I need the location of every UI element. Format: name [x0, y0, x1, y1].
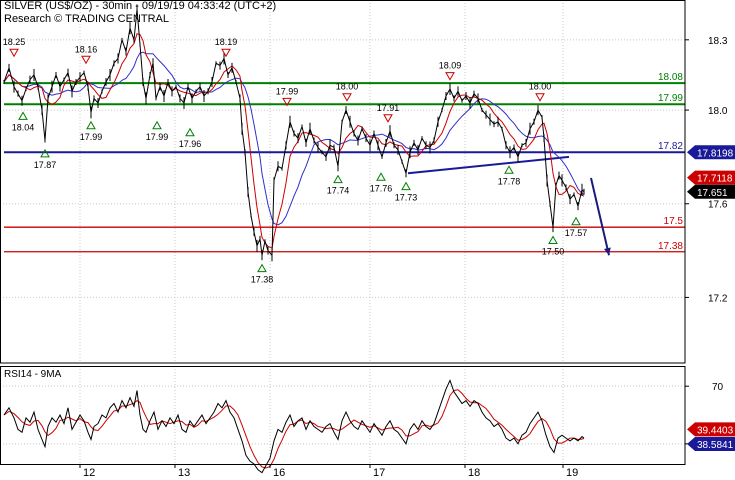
price-axis: 17.2 17.6 18.0 18.3 [685, 36, 728, 304]
pivot-label: 17.87 [34, 160, 57, 170]
pivot-label: 17.57 [565, 228, 588, 238]
value-tag-label: 17.651 [697, 188, 728, 199]
resistance-marker [81, 55, 91, 65]
rsi-title: RSI14 - 9MA [4, 369, 62, 380]
support-marker [376, 172, 386, 181]
x-tick-label: 13 [178, 467, 190, 479]
resistance-marker [445, 72, 455, 81]
support-marker [257, 263, 267, 273]
resistance-marker [535, 93, 545, 102]
pivot-label: 18.00 [336, 82, 359, 92]
support-marker [152, 120, 162, 130]
value-tag-label: 17.7118 [697, 174, 733, 185]
pivot-label: 17.96 [179, 139, 202, 149]
projection-arrow [590, 177, 610, 256]
x-tick-label: 16 [273, 467, 285, 479]
pivot-label: 17.38 [251, 275, 274, 285]
y-tick-label: 18.0 [708, 106, 728, 117]
level-label: 17.82 [658, 141, 683, 152]
pivot-label: 17.78 [498, 176, 521, 186]
support-marker [40, 148, 50, 158]
level-label: 17.5 [664, 216, 684, 227]
level-label: 17.38 [658, 241, 683, 252]
rsi-tick-label: 70 [712, 382, 724, 393]
pivot-label: 17.50 [542, 247, 565, 257]
y-tick-label: 17.2 [708, 293, 728, 304]
support-marker [86, 120, 96, 130]
x-tick-label: 19 [566, 467, 578, 479]
pivot-label: 18.09 [439, 61, 462, 71]
chart-subtitle: Research © TRADING CENTRAL [4, 13, 169, 25]
resistance-marker [9, 48, 19, 58]
support-marker [333, 174, 343, 184]
support-marker [571, 216, 581, 226]
rsi-tag-label: 38.5841 [697, 440, 734, 451]
trendline [407, 155, 570, 175]
x-tick-label: 17 [373, 467, 385, 479]
pivot-label: 17.99 [146, 132, 169, 142]
pivot-label: 18.04 [12, 122, 35, 132]
support-marker [504, 165, 514, 174]
pivot-label: 18.16 [75, 44, 98, 54]
rsi-ma-line [3, 389, 585, 469]
price-frame [0, 0, 686, 364]
pivot-label: 18.19 [215, 37, 238, 47]
pivot-label: 18.00 [529, 82, 552, 92]
pivot-label: 17.99 [80, 132, 103, 142]
pivot-label: 17.74 [327, 186, 350, 196]
x-tick-label: 18 [468, 467, 480, 479]
value-tags: 17.8198 17.7118 17.651 [687, 145, 735, 199]
pivot-label: 18.25 [3, 37, 26, 47]
chart-title: SILVER (US$/OZ) - 30min - 09/19/19 04:33… [4, 0, 277, 12]
resistance-marker [342, 93, 352, 102]
pivot-label: 17.76 [370, 183, 393, 193]
rsi-ma-tag-label: 39.4403 [697, 425, 734, 436]
support-marker [401, 181, 411, 191]
support-marker [548, 235, 558, 245]
support-marker [18, 111, 28, 120]
pivot-label: 17.91 [377, 103, 400, 113]
support-marker [185, 127, 195, 137]
resistance-marker [221, 48, 231, 58]
x-tick-label: 12 [83, 467, 95, 479]
value-tag-label: 17.8198 [697, 148, 734, 159]
y-tick-label: 18.3 [708, 36, 728, 47]
pivot-annotations: 18.25 18.04 17.87 18.16 17.99 17.99 17.96 18.19… [3, 37, 588, 284]
silver-chart: 18.08 17.99 17.82 17.5 17.38 18.25 18.04 17.87… [0, 0, 735, 479]
y-tick-label: 17.6 [708, 200, 728, 211]
pivot-label: 17.99 [276, 86, 299, 96]
time-axis: 12 13 16 17 18 19 [79, 464, 578, 479]
level-label: 17.99 [658, 93, 683, 104]
resistance-marker [383, 114, 393, 123]
level-label: 18.08 [658, 72, 683, 83]
pivot-label: 17.73 [395, 193, 418, 203]
